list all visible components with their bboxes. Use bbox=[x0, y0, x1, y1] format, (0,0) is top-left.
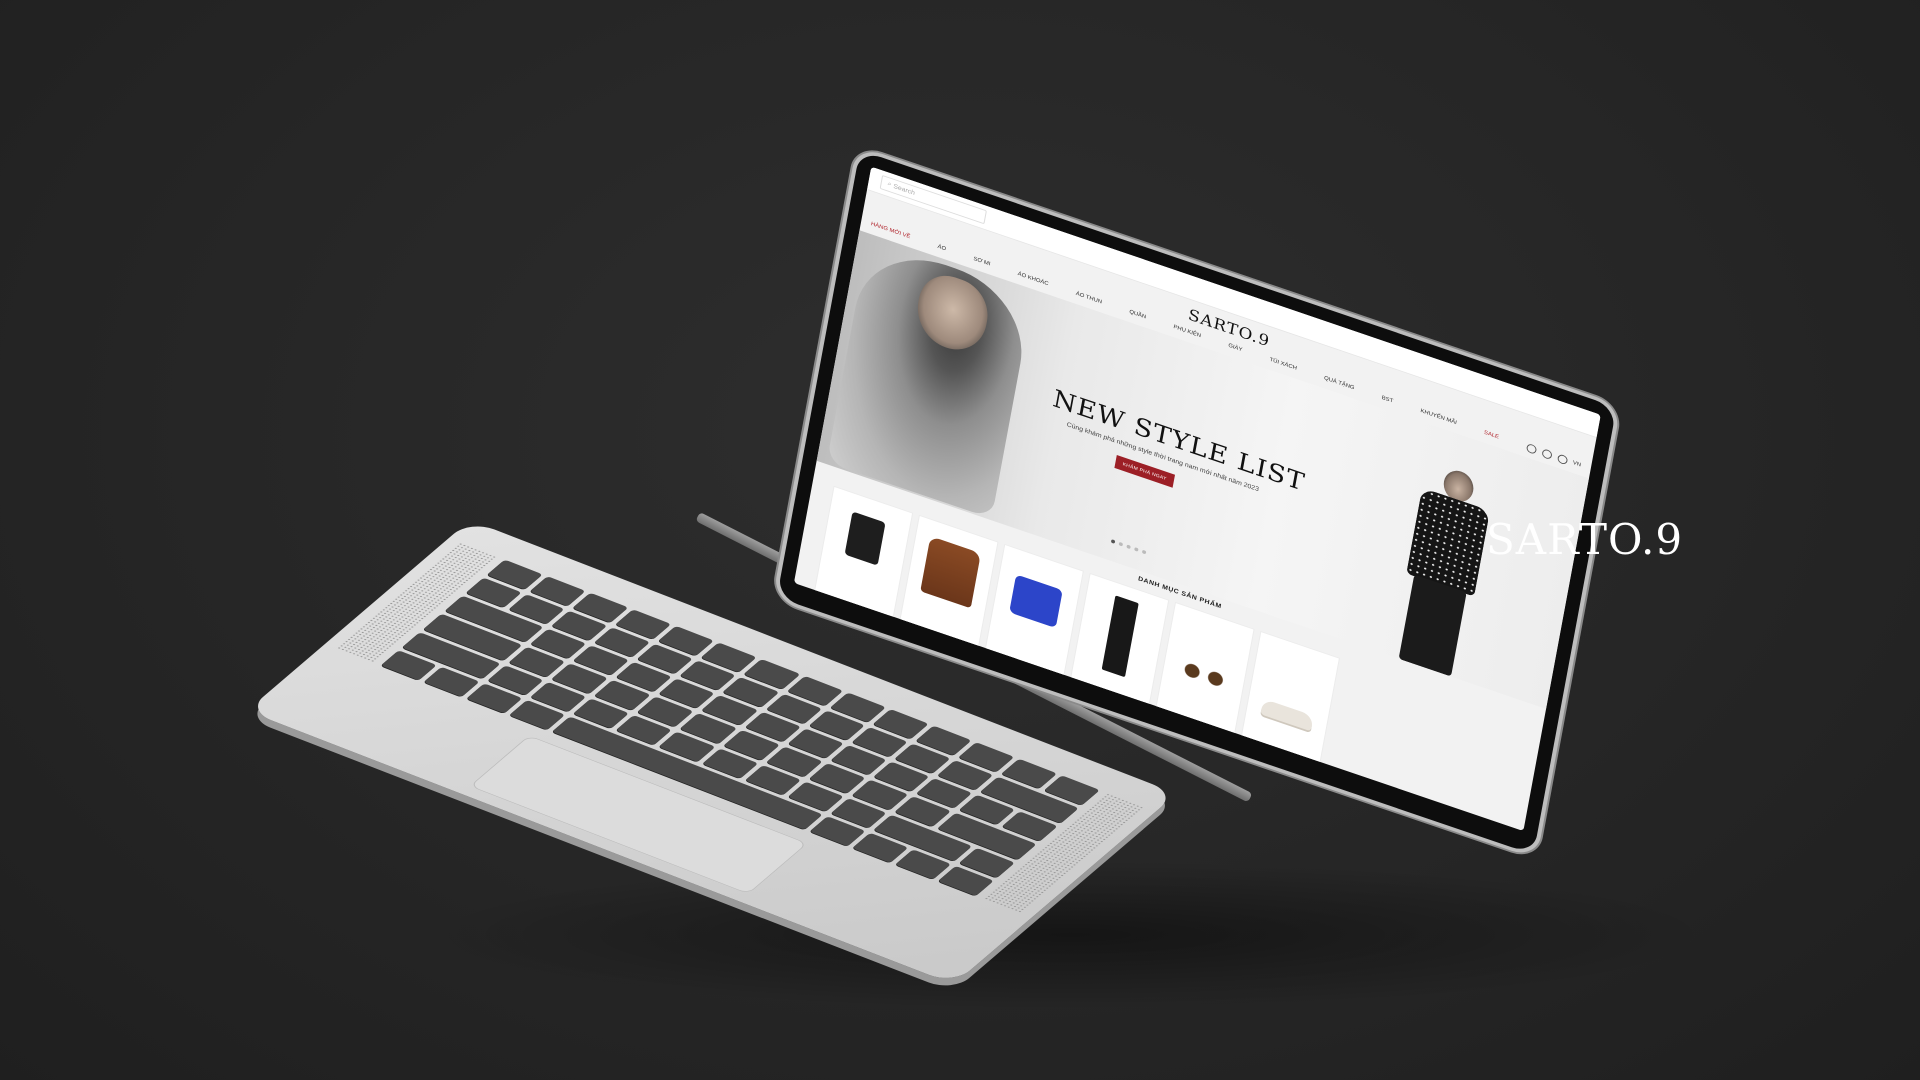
sneaker-icon bbox=[1260, 698, 1314, 732]
scene: ⌕ Search SARTO.9 HÀNG MỚI VỀ ÁO SƠ MI ÁO… bbox=[0, 0, 1920, 1080]
tshirt-icon bbox=[1009, 574, 1063, 629]
category-card[interactable] bbox=[985, 545, 1083, 675]
category-card[interactable] bbox=[1071, 574, 1169, 704]
bag-icon bbox=[844, 511, 886, 566]
language-label[interactable]: VN bbox=[1572, 460, 1581, 468]
user-icon[interactable] bbox=[1540, 448, 1553, 460]
carousel-dots bbox=[1110, 539, 1147, 555]
carousel-dot[interactable] bbox=[1110, 539, 1116, 544]
nav-item[interactable]: QUẦN bbox=[1129, 309, 1147, 320]
hero-model-right bbox=[1381, 457, 1505, 683]
nav-item[interactable]: ÁO bbox=[937, 244, 946, 252]
hero-model-left bbox=[826, 238, 1034, 519]
hero-model-right-pants bbox=[1398, 574, 1467, 677]
carousel-dot[interactable] bbox=[1141, 549, 1147, 555]
hero-model-left-head bbox=[912, 267, 993, 360]
category-card[interactable] bbox=[1156, 603, 1254, 733]
hero-title: NEW STYLE LIST bbox=[1050, 384, 1308, 498]
nav-item[interactable]: BST bbox=[1381, 395, 1393, 404]
carousel-dot[interactable] bbox=[1118, 541, 1124, 547]
search-placeholder: Search bbox=[892, 183, 916, 197]
brand-wordmark: SARTO.9 bbox=[1486, 515, 1684, 564]
carousel-dot[interactable] bbox=[1134, 547, 1139, 552]
jacket-icon bbox=[920, 536, 981, 609]
nav-item-sale[interactable]: SALE bbox=[1483, 430, 1499, 440]
globe-icon[interactable] bbox=[1556, 453, 1568, 466]
sunglasses-icon bbox=[1179, 660, 1229, 690]
carousel-dot[interactable] bbox=[1126, 544, 1131, 550]
category-card[interactable] bbox=[815, 486, 913, 617]
cart-icon[interactable] bbox=[1525, 442, 1537, 455]
category-card[interactable] bbox=[900, 516, 998, 646]
category-card[interactable] bbox=[1242, 632, 1339, 762]
nav-item[interactable]: SƠ MI bbox=[973, 256, 991, 267]
nav-item[interactable]: GIÀY bbox=[1228, 343, 1243, 353]
pants-icon bbox=[1101, 595, 1139, 678]
